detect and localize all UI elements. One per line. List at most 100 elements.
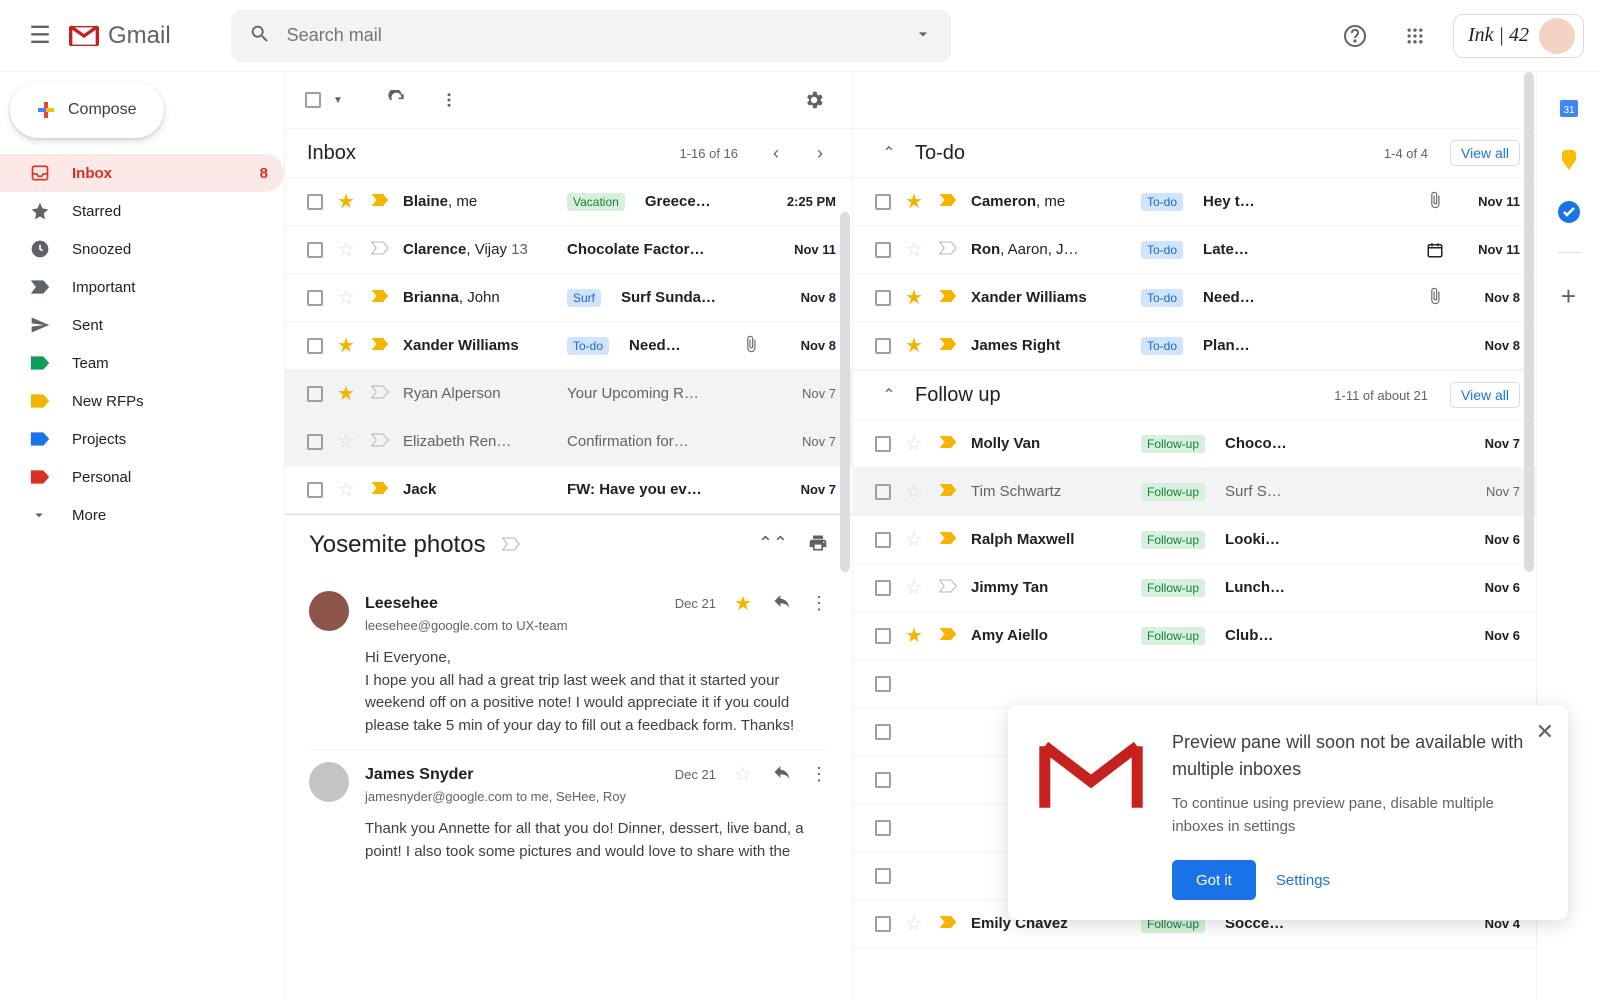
reply-icon[interactable] bbox=[772, 591, 792, 616]
sidebar-item-personal[interactable]: Personal bbox=[0, 458, 284, 496]
email-row[interactable] bbox=[853, 660, 1536, 708]
tasks-icon[interactable] bbox=[1557, 200, 1581, 224]
row-checkbox[interactable] bbox=[875, 532, 891, 548]
search-options-icon[interactable] bbox=[913, 24, 933, 47]
importance-icon[interactable] bbox=[939, 241, 957, 259]
gmail-logo[interactable]: Gmail bbox=[68, 20, 171, 52]
importance-icon[interactable] bbox=[939, 289, 957, 307]
importance-icon[interactable] bbox=[939, 337, 957, 355]
email-row[interactable]: ☆JackFW: Have you ev…Nov 7 bbox=[285, 466, 852, 514]
star-icon[interactable]: ☆ bbox=[905, 431, 925, 456]
importance-icon[interactable] bbox=[371, 193, 389, 211]
row-checkbox[interactable] bbox=[875, 868, 891, 884]
row-checkbox[interactable] bbox=[307, 434, 323, 450]
calendar-icon[interactable]: 31 bbox=[1557, 96, 1581, 120]
email-row[interactable]: ★Xander WilliamsTo-doNeed…Nov 8 bbox=[853, 274, 1536, 322]
more-button[interactable] bbox=[427, 78, 471, 122]
sidebar-item-inbox[interactable]: Inbox8 bbox=[0, 154, 284, 192]
sidebar-item-team[interactable]: Team bbox=[0, 344, 284, 382]
row-checkbox[interactable] bbox=[875, 194, 891, 210]
row-checkbox[interactable] bbox=[875, 628, 891, 644]
preview-message[interactable]: James SnyderDec 21☆⋮jamesnyder@google.co… bbox=[309, 749, 828, 875]
row-checkbox[interactable] bbox=[875, 338, 891, 354]
collapse-section-icon[interactable]: ⌃ bbox=[875, 139, 903, 167]
star-icon[interactable]: ☆ bbox=[337, 429, 357, 454]
row-checkbox[interactable] bbox=[875, 916, 891, 932]
star-icon[interactable]: ★ bbox=[337, 381, 357, 406]
star-icon[interactable]: ★ bbox=[905, 333, 925, 358]
row-checkbox[interactable] bbox=[307, 386, 323, 402]
keep-icon[interactable] bbox=[1557, 148, 1581, 172]
email-row[interactable]: ☆Molly VanFollow-upChoco…Nov 7 bbox=[853, 420, 1536, 468]
scrollbar[interactable] bbox=[1524, 72, 1534, 572]
importance-icon[interactable] bbox=[371, 433, 389, 451]
message-more-icon[interactable]: ⋮ bbox=[810, 764, 828, 785]
preview-message[interactable]: LeeseheeDec 21★⋮leesehee@google.com to U… bbox=[309, 579, 828, 749]
sidebar-item-projects[interactable]: Projects bbox=[0, 420, 284, 458]
sidebar-item-more[interactable]: More bbox=[0, 496, 284, 534]
importance-icon[interactable] bbox=[939, 531, 957, 549]
star-icon[interactable]: ☆ bbox=[905, 237, 925, 262]
email-row[interactable]: ☆Tim SchwartzFollow-upSurf S…Nov 7 bbox=[853, 468, 1536, 516]
search-bar[interactable] bbox=[231, 10, 951, 62]
email-row[interactable]: ★Blaine, meVacationGreece…2:25 PM bbox=[285, 178, 852, 226]
collapse-section-icon[interactable]: ⌃ bbox=[875, 381, 903, 409]
row-checkbox[interactable] bbox=[307, 290, 323, 306]
next-page-button[interactable]: › bbox=[804, 137, 836, 169]
select-all-checkbox[interactable] bbox=[305, 92, 321, 108]
print-icon[interactable] bbox=[808, 533, 828, 558]
email-row[interactable]: ☆Clarence, Vijay 13Chocolate Factor…Nov … bbox=[285, 226, 852, 274]
row-checkbox[interactable] bbox=[307, 338, 323, 354]
email-row[interactable]: ★James RightTo-doPlan…Nov 8 bbox=[853, 322, 1536, 370]
star-icon[interactable]: ☆ bbox=[905, 527, 925, 552]
email-row[interactable]: ★Cameron, meTo-doHey t…Nov 11 bbox=[853, 178, 1536, 226]
row-checkbox[interactable] bbox=[875, 772, 891, 788]
row-checkbox[interactable] bbox=[875, 484, 891, 500]
star-icon[interactable]: ★ bbox=[905, 623, 925, 648]
main-menu-button[interactable]: ☰ bbox=[16, 12, 64, 60]
row-checkbox[interactable] bbox=[307, 194, 323, 210]
importance-icon[interactable] bbox=[371, 337, 389, 355]
importance-icon[interactable] bbox=[939, 627, 957, 645]
refresh-button[interactable] bbox=[375, 78, 419, 122]
help-button[interactable] bbox=[1333, 14, 1377, 58]
star-icon[interactable]: ☆ bbox=[905, 479, 925, 504]
star-icon[interactable]: ☆ bbox=[337, 477, 357, 502]
settings-button[interactable] bbox=[792, 78, 836, 122]
toast-settings-button[interactable]: Settings bbox=[1276, 872, 1330, 889]
search-input[interactable] bbox=[287, 25, 913, 46]
email-row[interactable]: ☆Brianna, JohnSurfSurf Sunda…Nov 8 bbox=[285, 274, 852, 322]
star-icon[interactable]: ☆ bbox=[337, 237, 357, 262]
row-checkbox[interactable] bbox=[875, 724, 891, 740]
message-star-icon[interactable]: ☆ bbox=[734, 762, 754, 787]
row-checkbox[interactable] bbox=[875, 676, 891, 692]
message-star-icon[interactable]: ★ bbox=[734, 591, 754, 616]
select-dropdown-icon[interactable]: ▼ bbox=[333, 95, 343, 106]
scrollbar[interactable] bbox=[840, 212, 850, 572]
view-all-link[interactable]: View all bbox=[1450, 382, 1520, 408]
email-row[interactable]: ★Xander WilliamsTo-doNeed…Nov 8 bbox=[285, 322, 852, 370]
collapse-icon[interactable]: ⌃⌃ bbox=[758, 533, 788, 558]
toast-close-button[interactable]: ✕ bbox=[1536, 719, 1554, 745]
compose-button[interactable]: Compose bbox=[10, 82, 164, 138]
importance-icon[interactable] bbox=[371, 481, 389, 499]
star-icon[interactable]: ★ bbox=[905, 189, 925, 214]
importance-icon[interactable] bbox=[371, 385, 389, 403]
importance-icon[interactable] bbox=[939, 915, 957, 933]
prev-page-button[interactable]: ‹ bbox=[760, 137, 792, 169]
view-all-link[interactable]: View all bbox=[1450, 140, 1520, 166]
star-icon[interactable]: ★ bbox=[905, 285, 925, 310]
star-icon[interactable]: ★ bbox=[337, 189, 357, 214]
label-chip-icon[interactable] bbox=[502, 537, 520, 554]
row-checkbox[interactable] bbox=[875, 820, 891, 836]
toast-got-it-button[interactable]: Got it bbox=[1172, 860, 1256, 900]
star-icon[interactable]: ★ bbox=[337, 333, 357, 358]
importance-icon[interactable] bbox=[371, 289, 389, 307]
importance-icon[interactable] bbox=[371, 241, 389, 259]
get-addons-icon[interactable]: + bbox=[1557, 281, 1581, 305]
sidebar-item-sent[interactable]: Sent bbox=[0, 306, 284, 344]
account-switcher[interactable]: Ink | 42 bbox=[1453, 14, 1584, 58]
message-more-icon[interactable]: ⋮ bbox=[810, 593, 828, 614]
email-row[interactable]: ☆Ron, Aaron, J…To-doLate…Nov 11 bbox=[853, 226, 1536, 274]
email-row[interactable]: ★Amy AielloFollow-upClub…Nov 6 bbox=[853, 612, 1536, 660]
